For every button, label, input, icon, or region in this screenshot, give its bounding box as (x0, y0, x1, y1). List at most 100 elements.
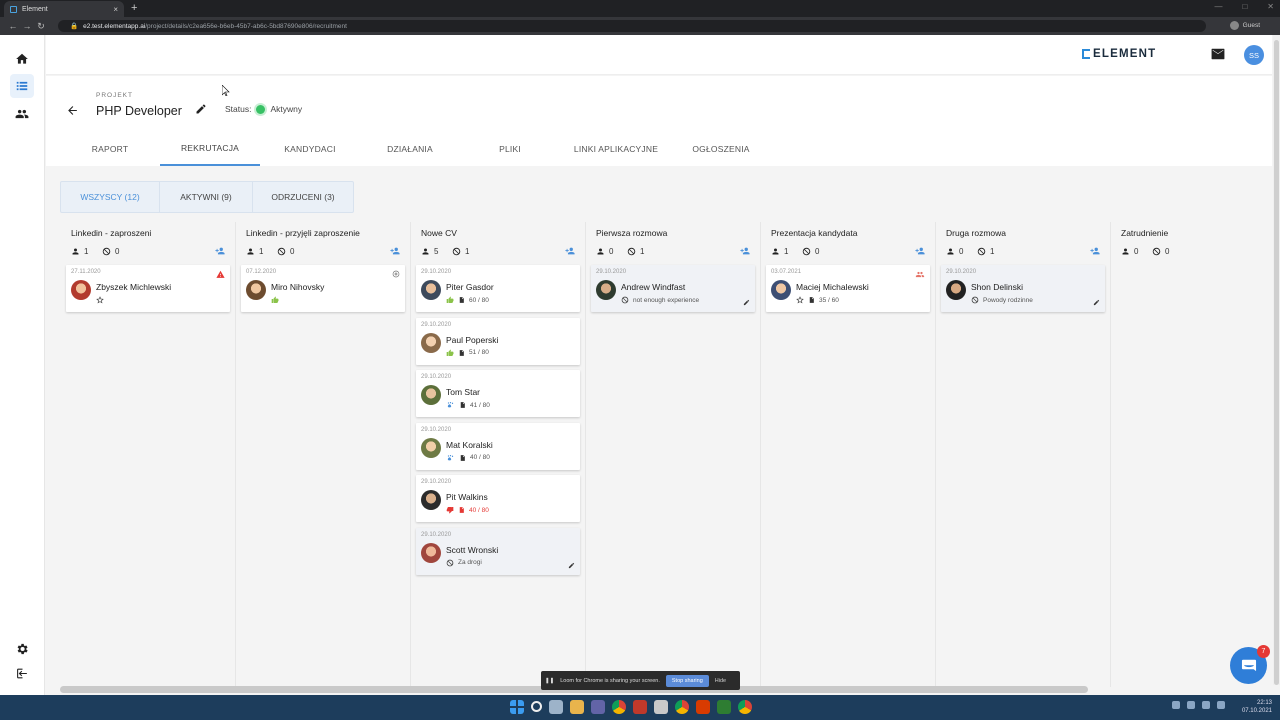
add-candidate-button[interactable] (565, 246, 575, 256)
candidate-card[interactable]: 29.10.2020 Tom Star 41 / 80 (416, 370, 580, 417)
filter-all-button[interactable]: WSZYSCY (12) (61, 182, 160, 212)
candidate-card[interactable]: 29.10.2020 Scott Wronski Za drogi (416, 527, 580, 575)
profile-button[interactable]: Guest (1229, 21, 1260, 30)
candidate-card[interactable]: 29.10.2020 Piter Gasdor 60 / 80 (416, 265, 580, 312)
minimize-icon[interactable]: — (1214, 2, 1222, 11)
address-bar[interactable]: 🔒 e2.test.elementapp.ai /project/details… (58, 20, 1206, 32)
browser-forward-icon[interactable]: → (20, 21, 34, 31)
candidate-card[interactable]: 03.07.2021 Maciej Michalewski 35 / 60 (766, 265, 930, 312)
candidate-card[interactable]: 29.10.2020 Paul Poperski 51 / 80 (416, 317, 580, 365)
window-controls: — □ ✕ (1214, 2, 1274, 11)
new-tab-button[interactable]: + (131, 2, 137, 14)
app-logo[interactable]: ELEMENT (1082, 48, 1156, 60)
candidate-name[interactable]: Mat Koralski (446, 440, 493, 450)
close-window-icon[interactable]: ✕ (1267, 2, 1274, 11)
filter-rejected-button[interactable]: ODRZUCENI (3) (253, 182, 353, 212)
tab-raport[interactable]: RAPORT (72, 132, 148, 166)
candidate-name[interactable]: Shon Delinski (971, 282, 1023, 292)
file-explorer-icon[interactable] (570, 700, 584, 714)
tab-close-icon[interactable]: × (113, 5, 118, 14)
candidate-card[interactable]: 29.10.2020 Shon Delinski Powody rodzinne (941, 265, 1105, 312)
filter-active-button[interactable]: AKTYWNI (9) (160, 182, 253, 212)
avatar[interactable] (946, 280, 966, 300)
list-icon (16, 81, 28, 91)
candidate-card[interactable]: 27.11.2020 Zbyszek Michlewski (66, 265, 230, 312)
candidate-card[interactable]: 29.10.2020 Mat Koralski 40 / 80 (416, 422, 580, 470)
add-candidate-button[interactable] (390, 246, 400, 256)
tab-rekrutacja[interactable]: REKRUTACJA (160, 132, 260, 166)
add-candidate-button[interactable] (740, 246, 750, 256)
candidate-name[interactable]: Zbyszek Michlewski (96, 282, 171, 292)
maximize-icon[interactable]: □ (1242, 2, 1247, 11)
candidate-name[interactable]: Tom Star (446, 387, 480, 397)
avatar[interactable] (421, 385, 441, 405)
tab-dzialania[interactable]: DZIAŁANIA (374, 132, 446, 166)
candidate-name[interactable]: Maciej Michalewski (796, 282, 869, 292)
avatar[interactable] (421, 542, 441, 563)
tab-ogloszenia[interactable]: OGŁOSZENIA (686, 132, 756, 166)
avatar[interactable] (421, 437, 441, 458)
avatar[interactable] (421, 490, 441, 510)
tray-mic-icon[interactable] (1187, 701, 1195, 709)
add-candidate-button[interactable] (1090, 246, 1100, 256)
avatar[interactable] (246, 280, 266, 300)
card-meta: 60 / 80 (446, 296, 489, 304)
chrome-icon-2[interactable] (675, 700, 689, 714)
app-icon-red[interactable] (633, 700, 647, 714)
edit-reason-button[interactable] (568, 562, 575, 569)
reload-icon[interactable]: ↻ (34, 21, 48, 32)
add-person-icon (390, 247, 400, 255)
add-candidate-button[interactable] (915, 246, 925, 256)
chrome-icon-3[interactable] (738, 700, 752, 714)
avatar[interactable] (596, 280, 616, 300)
hide-banner-button[interactable]: Hide (715, 678, 726, 684)
avatar[interactable] (421, 280, 441, 300)
candidate-name[interactable]: Piter Gasdor (446, 282, 494, 292)
candidate-name[interactable]: Miro Nihovsky (271, 282, 324, 292)
candidate-name[interactable]: Andrew Windfast (621, 282, 685, 292)
tab-linki-aplikacyjne[interactable]: LINKI APLIKACYJNE (568, 132, 664, 166)
pause-icon[interactable]: ❚❚ (545, 678, 554, 684)
chrome-icon[interactable] (612, 700, 626, 714)
edit-project-button[interactable] (195, 103, 207, 115)
candidate-name[interactable]: Pit Walkins (446, 492, 488, 502)
candidate-card[interactable]: 29.10.2020 Andrew Windfast not enough expe… (591, 265, 755, 312)
tray-chevron-icon[interactable] (1172, 701, 1180, 709)
candidate-name[interactable]: Scott Wronski (446, 545, 498, 555)
stop-sharing-button[interactable]: Stop sharing (665, 674, 709, 687)
page-vertical-scrollbar[interactable] (1274, 40, 1279, 685)
avatar[interactable] (421, 332, 441, 353)
tray-volume-icon[interactable] (1217, 701, 1225, 709)
avatar[interactable] (771, 280, 791, 300)
start-menu-icon[interactable] (510, 700, 524, 714)
avatar[interactable] (71, 280, 91, 300)
office-icon[interactable] (696, 700, 710, 714)
tab-kandydaci[interactable]: KANDYDACI (274, 132, 346, 166)
candidate-card[interactable]: 07.12.2020 Miro Nihovsky (241, 265, 405, 312)
task-view-icon[interactable] (549, 700, 563, 714)
tab-pliki[interactable]: PLIKI (480, 132, 540, 166)
tray-network-icon[interactable] (1202, 701, 1210, 709)
app-icon-green[interactable] (717, 700, 731, 714)
add-candidate-button[interactable] (215, 246, 225, 256)
search-icon[interactable] (531, 701, 542, 712)
edit-reason-button[interactable] (743, 299, 750, 306)
projects-nav-button[interactable] (10, 74, 34, 98)
candidate-card[interactable]: 29.10.2020 Pit Walkins 40 / 80 (416, 475, 580, 522)
taskbar-clock[interactable]: 22:13 07.10.2021 (1242, 699, 1272, 715)
teams-icon[interactable] (591, 700, 605, 714)
people-nav-button[interactable] (10, 102, 34, 126)
candidate-name[interactable]: Paul Poperski (446, 335, 498, 345)
edit-reason-button[interactable] (1093, 299, 1100, 306)
browser-tab[interactable]: Element × (4, 1, 124, 17)
home-nav-button[interactable] (10, 47, 34, 71)
back-button[interactable] (66, 104, 79, 117)
messages-button[interactable] (1211, 48, 1225, 60)
settings-nav-button[interactable] (10, 637, 34, 661)
logout-nav-button[interactable] (10, 661, 34, 685)
user-avatar[interactable]: SS (1244, 45, 1264, 65)
thumb-up-icon (446, 349, 454, 356)
browser-tabbar: Element × + — □ ✕ (0, 0, 1280, 17)
browser-back-icon[interactable]: ← (6, 21, 20, 31)
app-icon-gray[interactable] (654, 700, 668, 714)
